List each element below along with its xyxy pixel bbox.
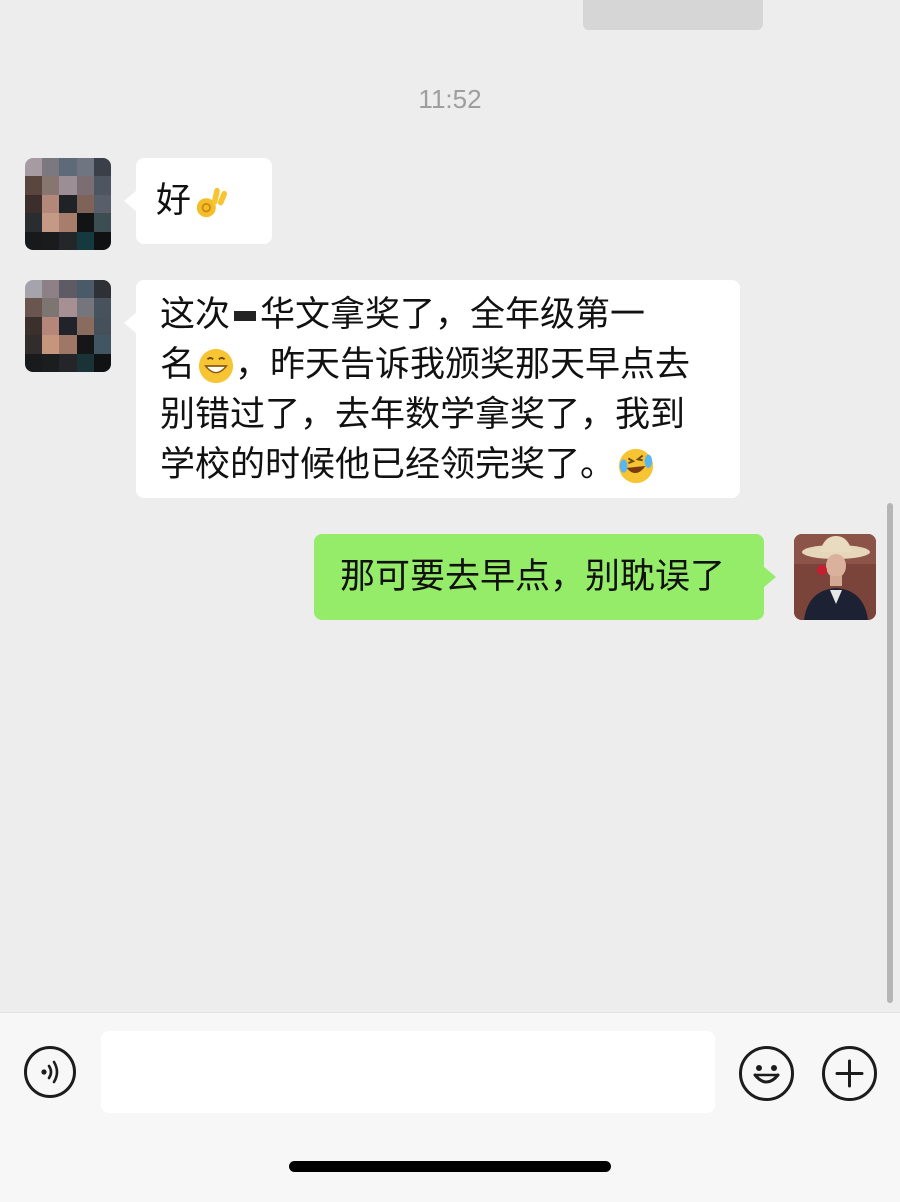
plus-icon: [835, 1059, 864, 1088]
laughing-crying-emoji: [617, 447, 655, 485]
contact-avatar[interactable]: [25, 158, 111, 250]
message-line: 名 ，昨天告诉我颁奖那天早点去: [160, 340, 716, 390]
ok-hand-emoji: [193, 183, 231, 221]
chat-scrollbar[interactable]: [887, 503, 893, 1003]
message-bubble-incoming[interactable]: 好: [124, 158, 272, 244]
message-timestamp: 11:52: [418, 84, 482, 114]
emoji-button[interactable]: [739, 1046, 794, 1101]
partial-message-bubble: [583, 0, 763, 30]
voice-button[interactable]: [24, 1046, 76, 1098]
message-text: 好: [156, 181, 192, 221]
message-text: 这次: [160, 295, 231, 335]
message-line: 学校的时候他已经领完奖了。: [160, 440, 716, 490]
profile-photo: [794, 534, 876, 620]
contact-avatar[interactable]: [25, 280, 111, 372]
message-line: 这次 华文拿奖了，全年级第一: [160, 290, 716, 340]
my-avatar[interactable]: [794, 534, 876, 620]
message-bubble-outgoing[interactable]: 那可要去早点，别耽误了: [314, 534, 776, 620]
message-text: 华文拿奖了，全年级第一: [260, 295, 646, 335]
chat-input-bar: [0, 1012, 900, 1202]
message-text: 那可要去早点，别耽误了: [340, 557, 726, 597]
grinning-emoji: [197, 347, 235, 385]
message-input[interactable]: [101, 1031, 715, 1113]
message-text: 别错过了，去年数学拿奖了，我到: [160, 395, 686, 435]
more-button[interactable]: [822, 1046, 877, 1101]
home-indicator[interactable]: [289, 1161, 611, 1172]
message-text: 学校的时候他已经领完奖了。: [160, 445, 616, 485]
message-text: 名: [160, 345, 196, 385]
message-bubble-incoming[interactable]: 这次 华文拿奖了，全年级第一 名 ，昨天告诉我颁奖那天早点去 别错过了，去年数学拿奖…: [124, 280, 740, 498]
smiley-icon: [753, 1065, 780, 1084]
voice-icon: [41, 1060, 59, 1084]
redacted-text: [234, 311, 257, 321]
message-line: 别错过了，去年数学拿奖了，我到: [160, 390, 716, 440]
message-text: ，昨天告诉我颁奖那天早点去: [235, 345, 691, 385]
